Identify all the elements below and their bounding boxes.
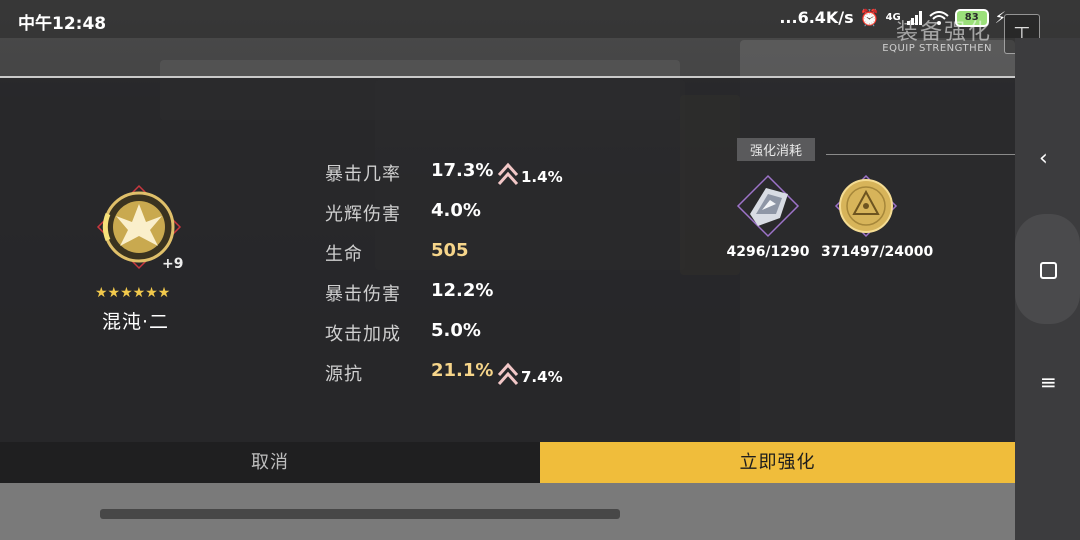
stat-label: 暴击伤害 xyxy=(325,284,401,305)
stat-value: 505 xyxy=(431,240,469,261)
cost-item[interactable]: 371497/24000 xyxy=(821,174,934,260)
stat-label: 源抗 xyxy=(325,364,363,385)
double-up-arrow-icon xyxy=(497,362,519,386)
cost-count: 371497/24000 xyxy=(821,244,934,260)
stat-increase-value: 7.4% xyxy=(521,368,563,386)
gold-coin-icon xyxy=(834,174,898,238)
menu-icon[interactable]: ≡ xyxy=(1040,370,1057,394)
cancel-button[interactable]: 取消 xyxy=(0,442,540,483)
stat-row: 光辉伤害 4.0% xyxy=(325,200,625,230)
double-up-arrow-icon xyxy=(497,162,519,186)
stat-label: 暴击几率 xyxy=(325,164,401,185)
strengthen-now-button[interactable]: 立即强化 xyxy=(540,442,1015,483)
home-icon xyxy=(1040,262,1057,279)
material-crystal-icon xyxy=(736,174,800,238)
cost-label: 强化消耗 xyxy=(737,138,816,161)
stat-row: 暴击伤害 12.2% xyxy=(325,280,625,310)
equipment-stars: ★★★★★★ xyxy=(95,285,171,301)
background-bottom-strip xyxy=(0,483,1015,540)
stat-row: 攻击加成 5.0% xyxy=(325,320,625,350)
stat-row: 暴击几率 17.3% 1.4% xyxy=(325,160,625,190)
stat-value: 21.1% xyxy=(431,360,494,381)
stat-increase: 7.4% xyxy=(497,362,563,386)
stat-increase-value: 1.4% xyxy=(521,168,563,186)
stat-value: 5.0% xyxy=(431,320,481,341)
cost-divider xyxy=(826,154,1030,155)
stat-label: 生命 xyxy=(325,244,363,265)
equipment-name: 混沌·二 xyxy=(102,311,170,333)
header-title: 装备强化 xyxy=(895,20,992,45)
network-speed: ...6.4K/s xyxy=(779,8,854,27)
stat-row: 源抗 21.1% 7.4% xyxy=(325,360,625,390)
header-subtitle: EQUIP STRENGTHEN xyxy=(882,43,992,54)
alarm-icon: ⏰ xyxy=(859,8,880,27)
stat-label: 光辉伤害 xyxy=(325,204,401,225)
stat-value: 17.3% xyxy=(431,160,494,181)
stat-value: 4.0% xyxy=(431,200,481,221)
equipment-level: +9 xyxy=(162,256,184,272)
cost-count: 4296/1290 xyxy=(726,244,810,260)
stat-increase: 1.4% xyxy=(497,162,563,186)
back-icon[interactable]: ‹ xyxy=(1039,146,1048,171)
cost-item[interactable]: 4296/1290 xyxy=(723,174,813,260)
status-time: 中午12:48 xyxy=(18,14,107,34)
stat-label: 攻击加成 xyxy=(325,324,401,345)
stat-value: 12.2% xyxy=(431,280,494,301)
stat-row: 生命 505 xyxy=(325,240,625,270)
